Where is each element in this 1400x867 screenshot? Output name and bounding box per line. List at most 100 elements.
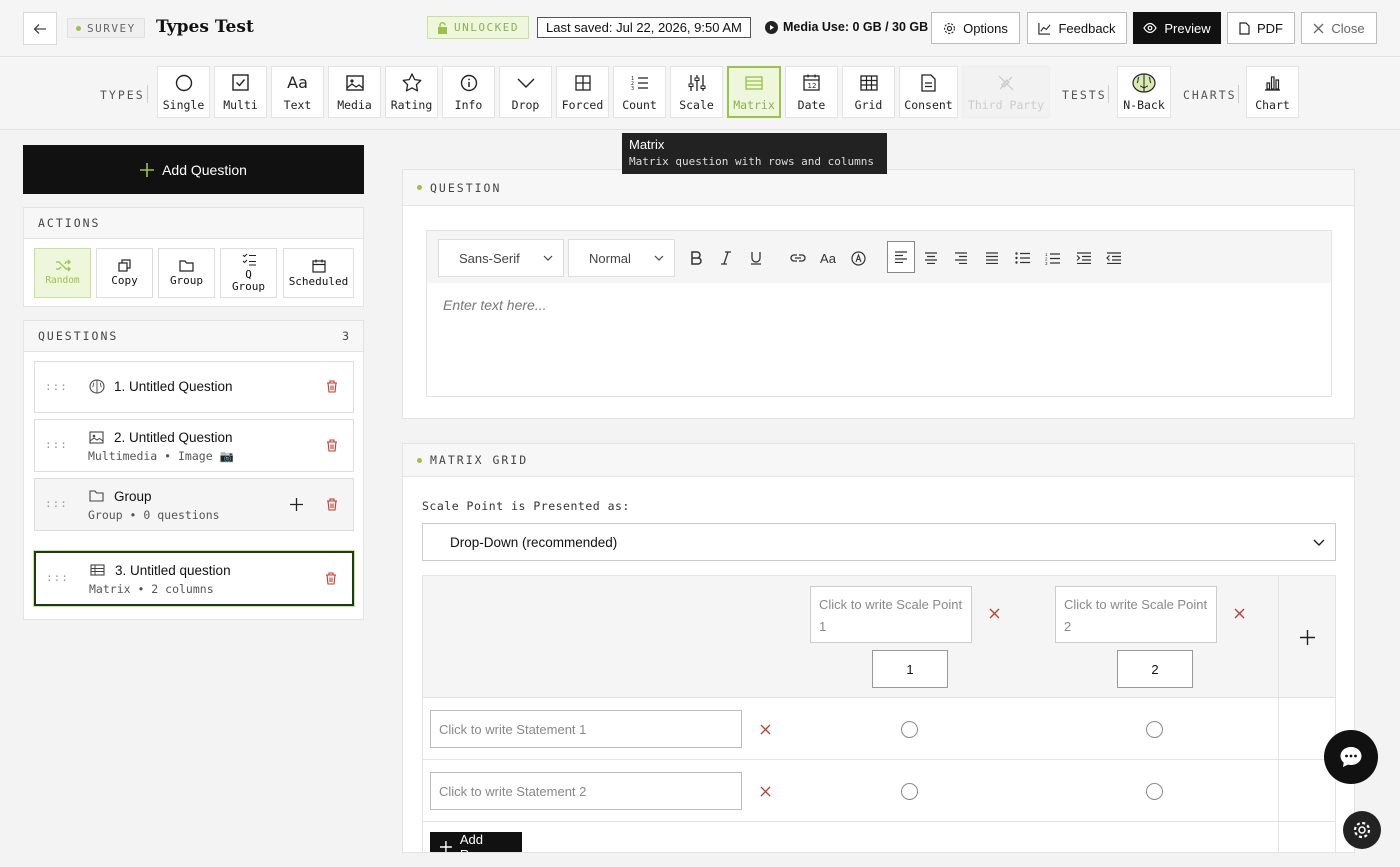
type-info-button[interactable]: Info [442, 66, 495, 118]
chart-button[interactable]: Chart [1246, 66, 1299, 118]
type-grid-button[interactable]: Grid [842, 66, 895, 118]
link-icon[interactable] [787, 247, 809, 269]
type-single-button[interactable]: Single [157, 66, 210, 118]
settings-button[interactable] [1343, 811, 1381, 849]
type-scale-button[interactable]: Scale [670, 66, 723, 118]
type-consent-button[interactable]: Consent [899, 66, 958, 118]
question-title: 1. Untitled Question [114, 379, 233, 394]
drag-handle-icon[interactable]: ::: [45, 438, 68, 451]
test-n-back-button[interactable]: N-Back [1117, 66, 1171, 118]
type-label: Drop [511, 97, 540, 112]
question-item[interactable]: ::: 1. Untitled Question [34, 361, 354, 413]
play-circle-icon [765, 20, 778, 34]
add-row-button[interactable]: Add Row [430, 832, 522, 852]
type-text-button[interactable]: Aa Text [271, 66, 324, 118]
type-count-button[interactable]: 123 Count [613, 66, 666, 118]
action-scheduled-button[interactable]: Scheduled [283, 248, 354, 298]
type-date-button[interactable]: 12 Date [785, 66, 838, 118]
remove-scale-point-icon[interactable] [989, 608, 1000, 619]
remove-statement-icon[interactable] [760, 786, 771, 797]
questions-count: 3 [342, 329, 349, 343]
chat-button[interactable] [1324, 730, 1378, 784]
question-subtitle: Multimedia • Image 📷 [88, 449, 234, 463]
drag-handle-icon[interactable]: ::: [45, 380, 68, 393]
drag-handle-icon[interactable]: ::: [46, 571, 69, 584]
options-label: Options [963, 20, 1008, 36]
survey-badge: SURVEY [67, 18, 145, 38]
shuffle-icon [55, 259, 71, 272]
type-multi-button[interactable]: Multi [214, 66, 267, 118]
pdf-button[interactable]: PDF [1227, 12, 1295, 44]
preview-label: Preview [1164, 20, 1211, 36]
actions-title: ACTIONS [38, 216, 101, 230]
chevron-down-icon [517, 78, 534, 88]
matrix-tooltip: Matrix Matrix question with rows and col… [622, 133, 887, 174]
question-item[interactable]: ::: 2. Untitled Question Multimedia • Im… [34, 419, 354, 472]
action-label: Scheduled [288, 274, 349, 288]
scale-point-input[interactable]: Click to write Scale Point 2 [1055, 586, 1217, 643]
remove-statement-icon[interactable] [760, 724, 771, 735]
back-button[interactable] [23, 12, 57, 45]
align-center-icon[interactable] [920, 247, 942, 269]
matrix-radio[interactable] [901, 721, 918, 738]
scale-point-value[interactable]: 1 [872, 650, 948, 688]
align-right-icon[interactable] [950, 247, 972, 269]
add-question-button[interactable]: Add Question [23, 145, 364, 194]
trash-icon[interactable] [326, 380, 338, 393]
action-random-button[interactable]: Random [34, 248, 91, 298]
text-size-icon[interactable]: Aa [817, 247, 839, 269]
font-family-select[interactable]: Sans-Serif [438, 239, 564, 277]
font-size-select[interactable]: Normal [568, 239, 675, 277]
align-justify-icon[interactable] [981, 247, 1003, 269]
type-forced-button[interactable]: Forced [556, 66, 609, 118]
type-media-button[interactable]: Media [328, 66, 381, 118]
feedback-button[interactable]: Feedback [1027, 12, 1127, 44]
trash-icon[interactable] [325, 572, 337, 585]
type-label: Text [283, 97, 312, 112]
statement-input[interactable]: Click to write Statement 2 [430, 772, 742, 810]
matrix-radio[interactable] [1146, 783, 1163, 800]
statement-input[interactable]: Click to write Statement 1 [430, 710, 742, 748]
type-label: Chart [1255, 97, 1290, 112]
remove-scale-point-icon[interactable] [1234, 608, 1245, 619]
scale-point-input[interactable]: Click to write Scale Point 1 [810, 586, 972, 643]
matrix-radio[interactable] [901, 783, 918, 800]
action-q-group-button[interactable]: Q Group [220, 248, 277, 298]
bullet-list-icon[interactable] [1011, 247, 1033, 269]
type-label: Grid [854, 97, 883, 112]
options-button[interactable]: Options [931, 12, 1020, 44]
add-column-plus-icon[interactable] [1300, 630, 1315, 645]
editor-placeholder[interactable]: Enter text here... [443, 297, 547, 313]
group-item[interactable]: ::: Group Group • 0 questions [34, 478, 354, 531]
underline-icon[interactable] [745, 247, 767, 269]
action-group-button[interactable]: Group [158, 248, 215, 298]
type-label: Multi [223, 97, 258, 112]
type-drop-button[interactable]: Drop [499, 66, 552, 118]
lock-status-badge[interactable]: UNLOCKED [427, 16, 529, 39]
close-button[interactable]: Close [1301, 12, 1377, 44]
bold-icon[interactable] [685, 247, 707, 269]
outdent-icon[interactable] [1102, 247, 1124, 269]
survey-badge-label: SURVEY [87, 21, 136, 35]
highlight-icon[interactable] [847, 247, 869, 269]
italic-icon[interactable] [715, 247, 737, 269]
drag-handle-icon[interactable]: ::: [45, 497, 68, 510]
arrow-left-icon [33, 23, 46, 34]
action-copy-button[interactable]: Copy [96, 248, 153, 298]
numbered-list-icon[interactable]: 123 [1041, 247, 1063, 269]
align-left-icon[interactable] [887, 241, 915, 273]
indent-icon[interactable] [1072, 247, 1094, 269]
scale-presentation-select[interactable]: Drop-Down (recommended) [422, 523, 1336, 561]
question-item-selected[interactable]: ::: 3. Untitled question Matrix • 2 colu… [34, 551, 354, 606]
trash-icon[interactable] [326, 498, 338, 511]
type-rating-button[interactable]: Rating [385, 66, 438, 118]
type-matrix-button[interactable]: Matrix [727, 66, 781, 118]
preview-button[interactable]: Preview [1133, 12, 1221, 44]
type-third-party-button: Third Party [962, 66, 1050, 118]
trash-icon[interactable] [326, 439, 338, 452]
pdf-label: PDF [1257, 20, 1283, 36]
matrix-radio[interactable] [1146, 721, 1163, 738]
plus-icon[interactable] [290, 498, 303, 511]
scale-point-value[interactable]: 2 [1117, 650, 1193, 688]
gear-icon [944, 22, 956, 34]
